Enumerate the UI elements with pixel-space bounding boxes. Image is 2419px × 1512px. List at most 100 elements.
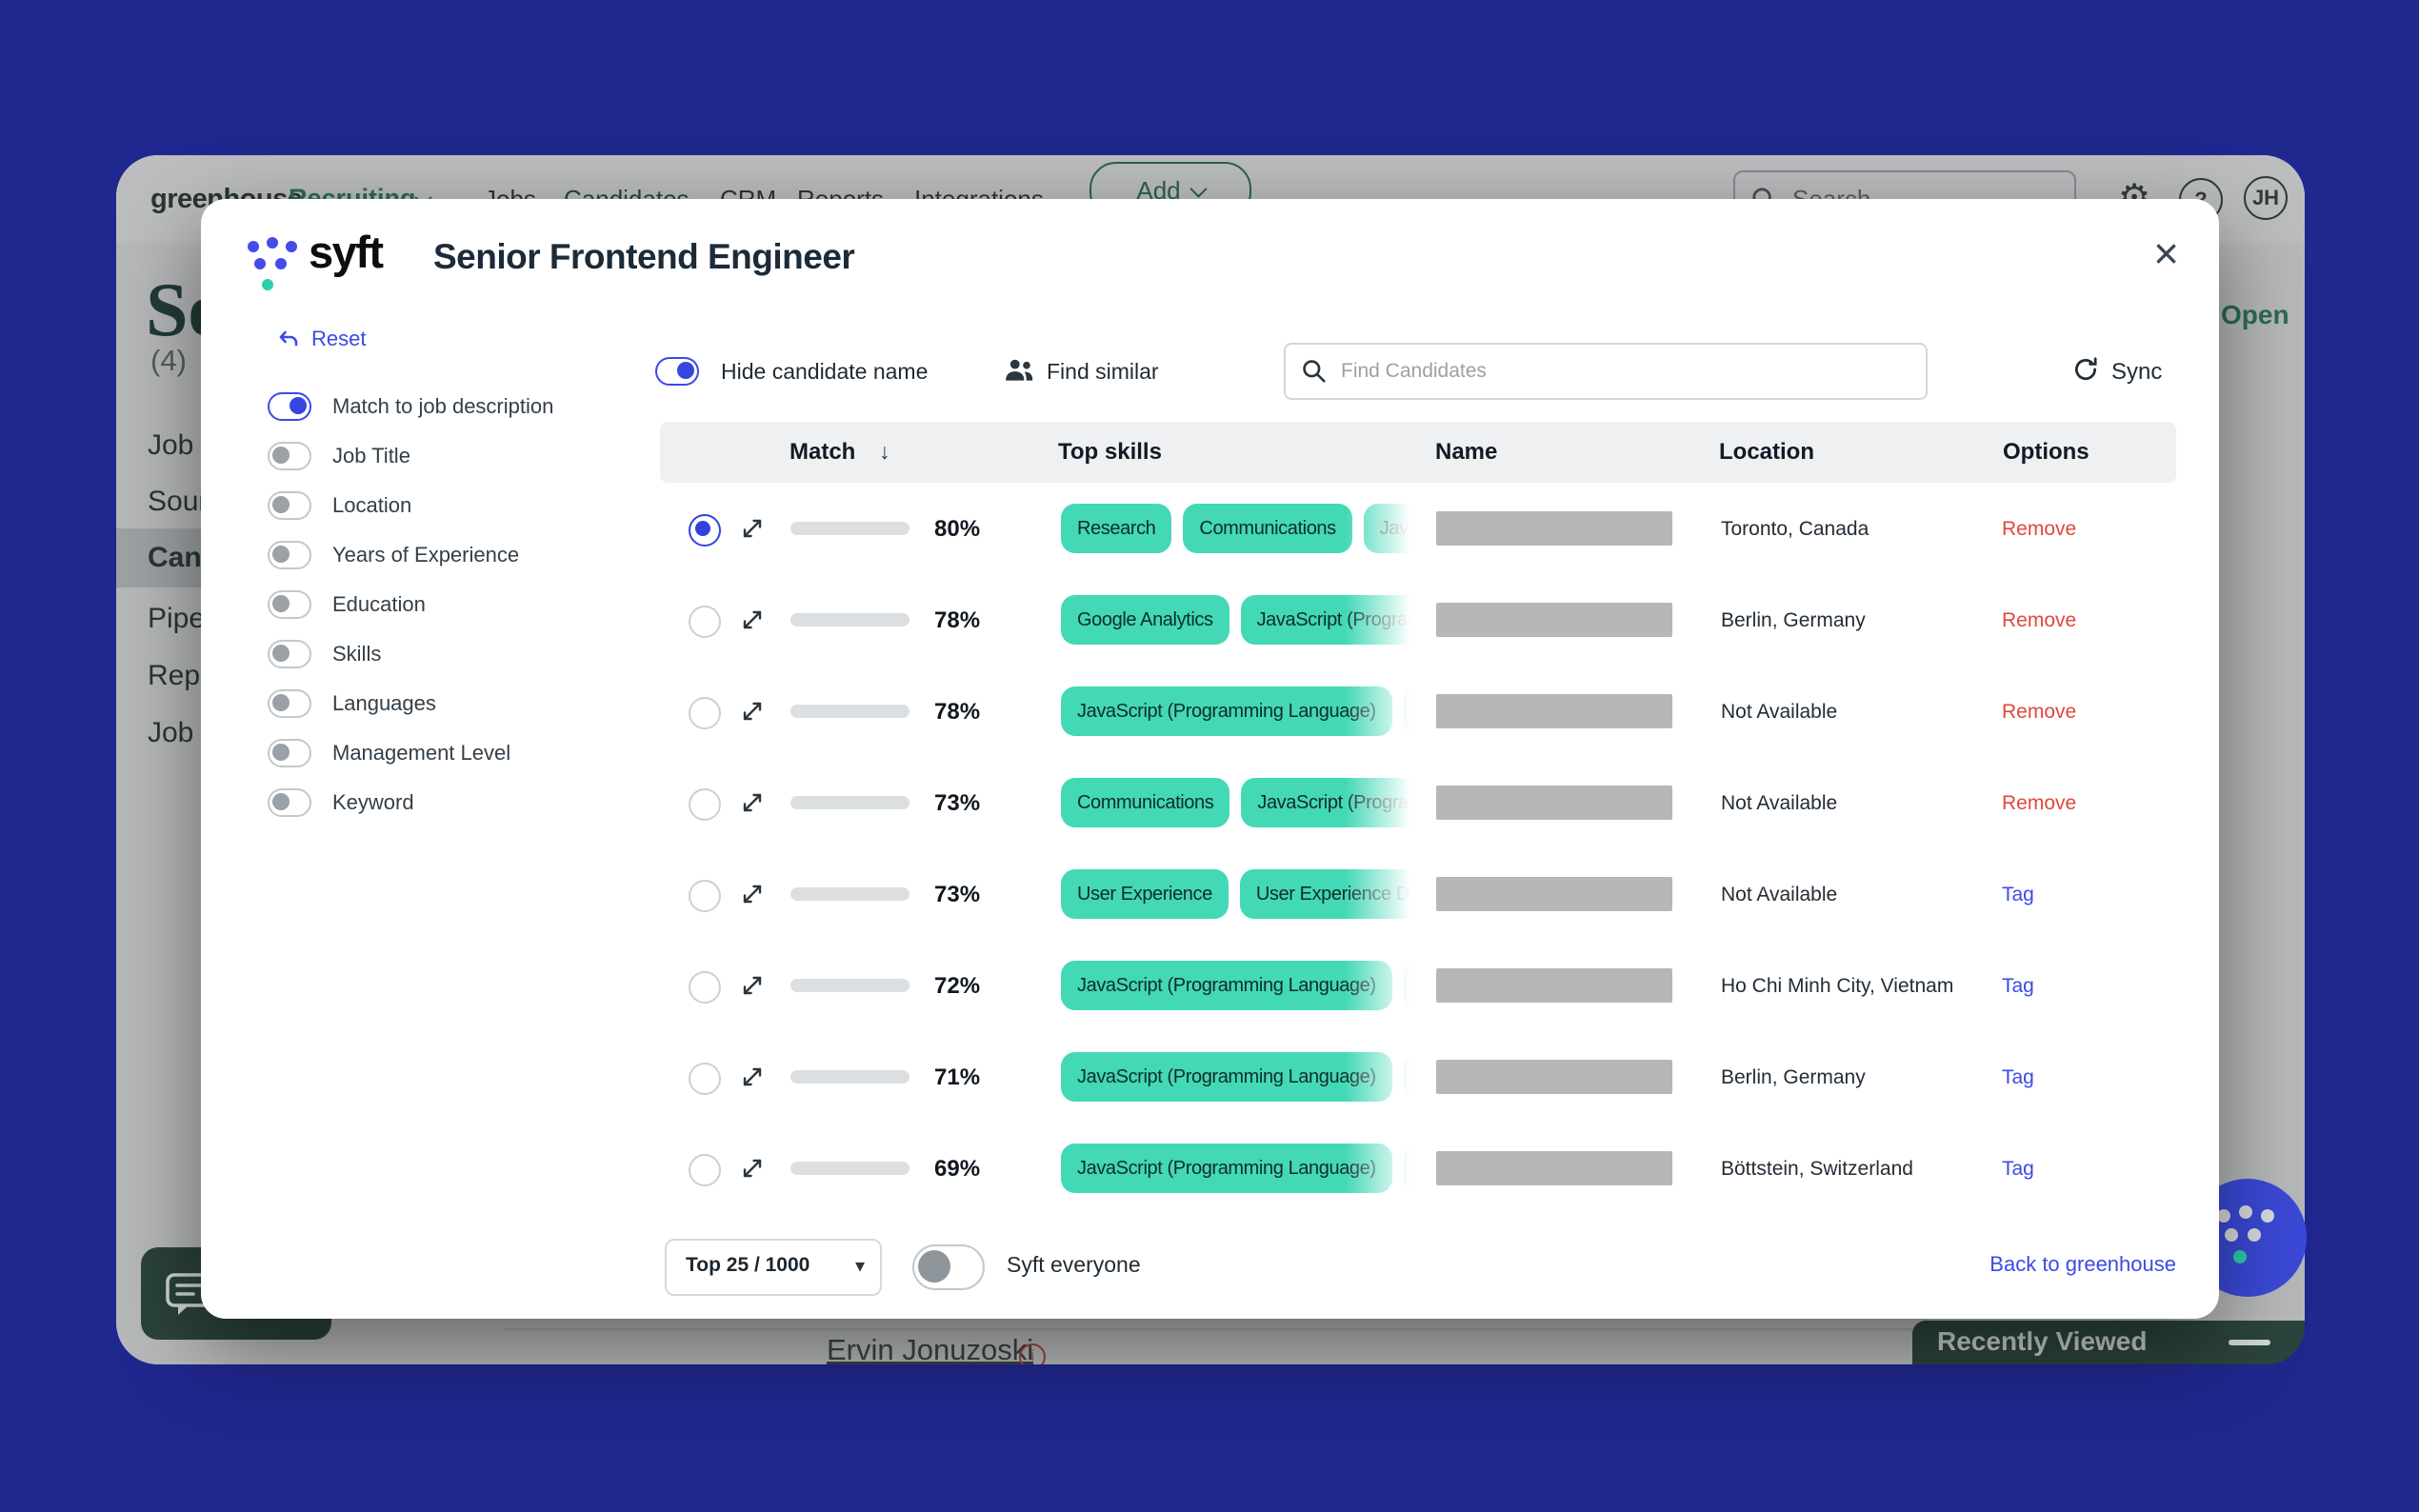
row-option-link[interactable]: Tag	[2002, 1066, 2034, 1089]
row-option-link[interactable]: Tag	[2002, 1158, 2034, 1181]
skill-chip	[1404, 686, 1419, 736]
row-select-radio[interactable]	[689, 514, 721, 547]
sort-arrow-icon[interactable]: ↓	[879, 439, 890, 465]
skill-chip: User Experience	[1061, 869, 1229, 919]
filter-label: Keyword	[332, 790, 414, 815]
logo-dot	[267, 237, 278, 249]
location-cell: Not Available	[1721, 792, 1837, 815]
location-cell: Not Available	[1721, 701, 1837, 724]
table-header: Match ↓ Top skills Name Location Options	[660, 422, 2176, 483]
filter-row: Skills	[268, 629, 601, 679]
filter-row: Management Level	[268, 728, 601, 778]
row-option-link[interactable]: Tag	[2002, 975, 2034, 998]
row-select-radio[interactable]	[689, 1063, 721, 1095]
logo-dot	[2261, 1209, 2274, 1223]
filter-toggle-skills[interactable]	[268, 640, 311, 668]
filter-label: Languages	[332, 691, 436, 716]
filter-toggle-education[interactable]	[268, 590, 311, 619]
hide-candidate-name-toggle[interactable]	[655, 357, 699, 386]
match-percent: 73%	[934, 790, 980, 817]
match-progress-bar	[790, 1070, 910, 1084]
back-to-greenhouse-link[interactable]: Back to greenhouse	[1989, 1252, 2176, 1277]
minimize-icon[interactable]	[2229, 1340, 2270, 1345]
undo-icon	[277, 329, 300, 348]
close-icon[interactable]: ×	[2153, 231, 2179, 275]
filter-label: Location	[332, 493, 411, 518]
match-percent: 78%	[934, 607, 980, 634]
recently-viewed-bar[interactable]: Recently Viewed	[1912, 1321, 2305, 1364]
col-match[interactable]: Match	[790, 439, 855, 466]
find-candidates-input[interactable]	[1339, 352, 1905, 390]
expand-icon[interactable]	[740, 516, 765, 546]
filter-toggle-match-to-job-description[interactable]	[268, 392, 311, 421]
find-candidates-search[interactable]	[1284, 343, 1928, 400]
logo-dot	[2217, 1209, 2230, 1223]
location-cell: Toronto, Canada	[1721, 518, 1869, 541]
match-progress-bar	[790, 887, 910, 901]
match-percent: 71%	[934, 1064, 980, 1091]
row-option-link[interactable]: Remove	[2002, 518, 2076, 541]
expand-icon[interactable]	[740, 699, 765, 728]
logo-dot	[2225, 1228, 2238, 1242]
filter-row: Education	[268, 580, 601, 629]
candidates-table: Match ↓ Top skills Name Location Options…	[660, 422, 2176, 1214]
filter-toggle-job-title[interactable]	[268, 442, 311, 470]
redacted-name-bar	[1436, 1151, 1672, 1185]
expand-icon[interactable]	[740, 1156, 765, 1185]
sync-button[interactable]: Sync	[2111, 359, 2162, 386]
skill-chip: JavaScript (Programming Language)	[1241, 595, 1419, 645]
skill-chip: JavaScript (Programming Language)	[1061, 1052, 1392, 1102]
skill-chip: JavaScript (Programming Language)	[1364, 504, 1419, 553]
row-select-radio[interactable]	[689, 697, 721, 729]
filter-row: Years of Experience	[268, 530, 601, 580]
skill-chip: Google Analytics	[1061, 595, 1229, 645]
expand-icon[interactable]	[740, 973, 765, 1003]
skill-chips: JavaScript (Programming Language)	[1061, 1144, 1419, 1193]
redacted-name-bar	[1436, 968, 1672, 1003]
logo-dot	[262, 279, 273, 290]
filter-row: Location	[268, 481, 601, 530]
col-name: Name	[1435, 439, 1497, 466]
match-progress-bar	[790, 705, 910, 718]
syft-everyone-toggle[interactable]	[912, 1244, 985, 1290]
modal-title: Senior Frontend Engineer	[433, 237, 854, 277]
location-cell: Not Available	[1721, 884, 1837, 906]
screen: greenhouse Recruiting JobsCandidatesCRMR…	[0, 0, 2419, 1512]
expand-icon[interactable]	[740, 790, 765, 820]
row-select-radio[interactable]	[689, 606, 721, 638]
row-option-link[interactable]: Tag	[2002, 884, 2034, 906]
row-option-link[interactable]: Remove	[2002, 701, 2076, 724]
match-progress-bar	[790, 796, 910, 809]
row-select-radio[interactable]	[689, 788, 721, 821]
top-n-dropdown[interactable]: Top 25 / 1000 ▾	[665, 1239, 882, 1296]
expand-icon[interactable]	[740, 1064, 765, 1094]
filter-toggle-years-of-experience[interactable]	[268, 541, 311, 569]
filter-toggle-keyword[interactable]	[268, 788, 311, 817]
redacted-name-bar	[1436, 877, 1672, 911]
filter-toggle-languages[interactable]	[268, 689, 311, 718]
row-select-radio[interactable]	[689, 971, 721, 1004]
row-select-radio[interactable]	[689, 880, 721, 912]
logo-dot	[2239, 1205, 2252, 1219]
filter-toggle-management-level[interactable]	[268, 739, 311, 767]
skill-chip: JavaScript (Programming Language)	[1061, 686, 1392, 736]
row-option-link[interactable]: Remove	[2002, 609, 2076, 632]
logo-dot	[2233, 1250, 2247, 1263]
table-row: 78% JavaScript (Programming Language) No…	[660, 666, 2176, 757]
expand-icon[interactable]	[740, 882, 765, 911]
redacted-name-bar	[1436, 694, 1672, 728]
row-select-radio[interactable]	[689, 1154, 721, 1186]
expand-icon[interactable]	[740, 607, 765, 637]
skill-chip	[1404, 1144, 1419, 1193]
filter-toggle-location[interactable]	[268, 491, 311, 520]
row-option-link[interactable]: Remove	[2002, 792, 2076, 815]
find-similar-button[interactable]: Find similar	[1047, 359, 1159, 385]
skill-chip: JavaScript (Programming Language)	[1061, 1144, 1392, 1193]
skill-chips: CommunicationsJavaScript (Programming La…	[1061, 778, 1419, 827]
hide-candidate-name-label: Hide candidate name	[721, 359, 928, 385]
reset-button[interactable]: Reset	[277, 327, 366, 351]
filter-label: Skills	[332, 642, 381, 666]
logo-dot	[286, 241, 297, 252]
table-row: 69% JavaScript (Programming Language) Bö…	[660, 1123, 2176, 1214]
filter-label: Years of Experience	[332, 543, 519, 567]
